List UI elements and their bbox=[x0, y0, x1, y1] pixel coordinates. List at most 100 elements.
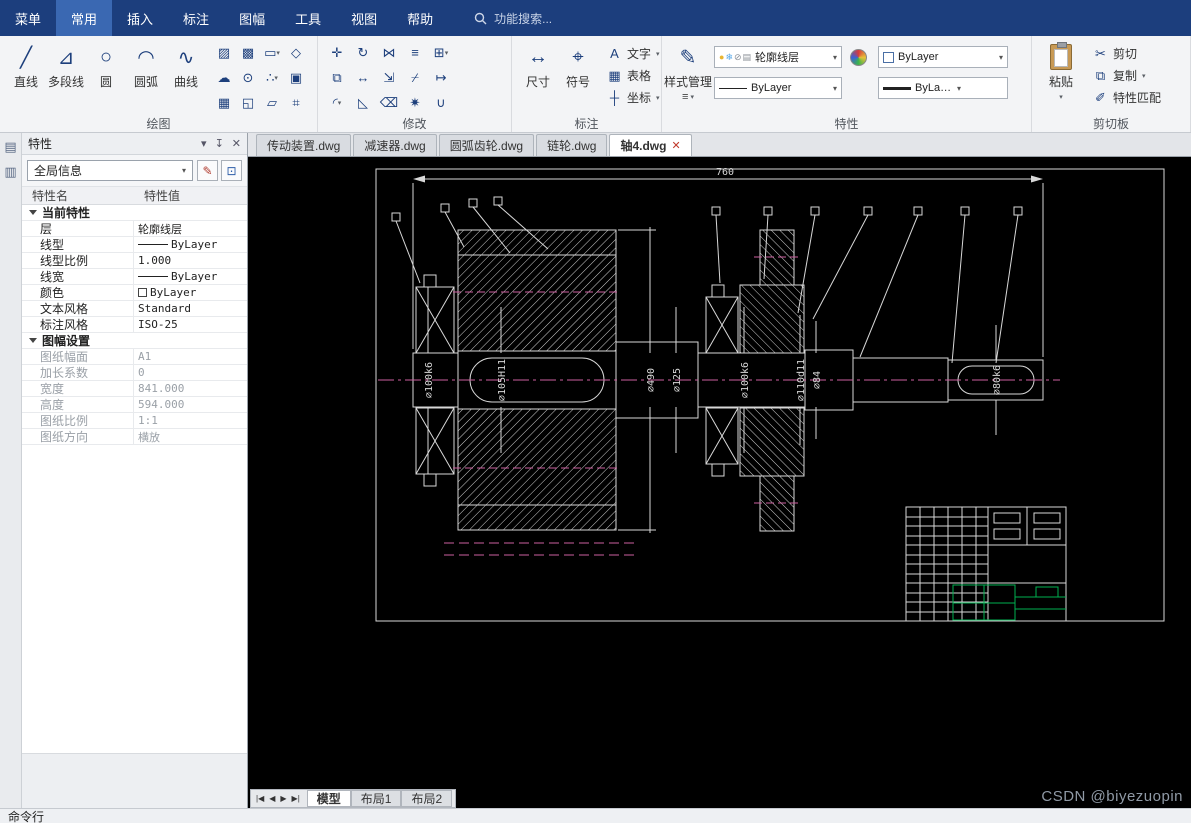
property-row[interactable]: 图纸比例 1:1 bbox=[22, 413, 247, 429]
rotate-tool[interactable]: ↻ bbox=[350, 40, 376, 65]
tab-sheet[interactable]: 图幅 bbox=[224, 0, 280, 36]
point-tool[interactable]: ∴ ▾ bbox=[260, 65, 284, 90]
tab-help[interactable]: 帮助 bbox=[392, 0, 448, 36]
document-tab[interactable]: 传动装置.dwg bbox=[256, 134, 352, 156]
property-row[interactable]: 颜色 ByLayer bbox=[22, 285, 247, 301]
property-row[interactable]: 标注风格 ISO-25 bbox=[22, 317, 247, 333]
gradient-tool[interactable]: ▩ bbox=[236, 40, 260, 65]
tab-annotate[interactable]: 标注 bbox=[168, 0, 224, 36]
mirror-tool[interactable]: ⋈ bbox=[376, 40, 402, 65]
document-tab[interactable]: 减速器.dwg bbox=[353, 134, 437, 156]
edit-attributes-icon[interactable]: ✎ bbox=[197, 160, 218, 181]
match-properties-tool[interactable]: ✐ 特性匹配 bbox=[1090, 88, 1164, 107]
extend-tool[interactable]: ↦ bbox=[428, 65, 454, 90]
ribbon-group-modify: ✛ ↻ ⋈ ≡ ⊞ ▾ ⧉ ↔ ⇲ ⌿ ↦ ◜ ▾ ◺ ⌫ ✷ ∪ 修改 bbox=[318, 36, 512, 132]
wipeout-tool[interactable]: ▱ bbox=[260, 90, 284, 115]
donut-tool[interactable]: ⊙ bbox=[236, 65, 260, 90]
rectangle-tool[interactable]: ▭ ▾ bbox=[260, 40, 284, 65]
boundary-tool[interactable]: ⌗ bbox=[284, 90, 308, 115]
layer-combo[interactable]: ● ❄ ⊘ ▤ 轮廓线层 ▾ bbox=[714, 46, 842, 68]
stretch-tool[interactable]: ↔ bbox=[350, 65, 376, 90]
polygon-tool[interactable]: ◇ bbox=[284, 40, 308, 65]
menu-button[interactable]: 菜单 bbox=[0, 0, 56, 36]
paste-button[interactable]: 粘贴 ▾ bbox=[1038, 39, 1084, 101]
layout-tab[interactable]: 布局1 bbox=[350, 790, 402, 807]
drawing-canvas[interactable]: 760 ⌀100k6 ⌀105H11 ⌀490 ⌀125 ⌀100k6 ⌀110… bbox=[248, 157, 1191, 808]
circle-tool[interactable]: ○ 圆 bbox=[86, 39, 126, 90]
tab-nav-icon[interactable]: ▶| bbox=[290, 794, 302, 803]
copy-tool[interactable]: ⧉ bbox=[324, 65, 350, 90]
property-row[interactable]: 图纸幅面 A1 bbox=[22, 349, 247, 365]
layer-lock-icon: ⊘ bbox=[733, 51, 742, 62]
property-row[interactable]: 高度 594.000 bbox=[22, 397, 247, 413]
property-row[interactable]: 文本风格 Standard bbox=[22, 301, 247, 317]
property-row[interactable]: 层 轮廓线层 bbox=[22, 221, 247, 237]
text-tool[interactable]: A 文字 ▾ bbox=[604, 44, 663, 63]
polyline-tool[interactable]: ⊿ 多段线 bbox=[46, 39, 86, 90]
region-tool[interactable]: ◱ bbox=[236, 90, 260, 115]
close-icon[interactable]: ✕ bbox=[671, 139, 680, 152]
property-row[interactable]: 图幅设置 bbox=[22, 333, 247, 349]
group-label-draw: 绘图 bbox=[146, 117, 171, 131]
chamfer-tool[interactable]: ◺ bbox=[350, 90, 376, 115]
move-tool[interactable]: ✛ bbox=[324, 40, 350, 65]
tab-nav-icon[interactable]: ▶ bbox=[278, 794, 288, 803]
arc-tool[interactable]: ◠ 圆弧 bbox=[126, 39, 166, 90]
table-tool[interactable]: ▦ bbox=[212, 90, 236, 115]
tab-tools[interactable]: 工具 bbox=[280, 0, 336, 36]
explode-tool[interactable]: ✷ bbox=[402, 90, 428, 115]
close-icon[interactable]: ✕ bbox=[232, 137, 241, 150]
tool-icon: ⧉ bbox=[1095, 67, 1106, 83]
document-tab[interactable]: 链轮.dwg bbox=[536, 134, 608, 156]
properties-palette-icon[interactable]: ▤ bbox=[4, 139, 16, 155]
style-options-button[interactable]: ≡ ▾ bbox=[682, 91, 694, 103]
color-wheel-icon[interactable] bbox=[850, 48, 867, 66]
dimension-tool[interactable]: ↔ 尺寸 bbox=[518, 39, 558, 90]
document-tab[interactable]: 轴4.dwg ✕ bbox=[609, 134, 692, 156]
property-row[interactable]: 线型 ByLayer bbox=[22, 237, 247, 253]
color-combo[interactable]: ByLayer ▾ bbox=[878, 46, 1008, 68]
function-search[interactable]: 功能搜索... bbox=[474, 0, 552, 36]
property-row[interactable]: 图纸方向 横放 bbox=[22, 429, 247, 445]
pin-icon[interactable]: ↧ bbox=[215, 137, 224, 150]
symbol-tool[interactable]: ⌖ 符号 bbox=[558, 39, 598, 90]
quick-select-icon[interactable]: ⊡ bbox=[221, 160, 242, 181]
coordinate-tool[interactable]: ┼ 坐标 ▾ bbox=[604, 88, 663, 107]
style-manager-button[interactable]: ✎ 样式管理 bbox=[664, 39, 712, 90]
property-row[interactable]: 加长系数 0 bbox=[22, 365, 247, 381]
fillet-tool[interactable]: ◜ ▾ bbox=[324, 90, 350, 115]
table-annot-tool[interactable]: ▦ 表格 bbox=[604, 66, 663, 85]
property-row[interactable]: 线型比例 1.000 bbox=[22, 253, 247, 269]
hatch-tool[interactable]: ▨ bbox=[212, 40, 236, 65]
cut-tool[interactable]: ✂ 剪切 bbox=[1090, 44, 1164, 63]
copy-clip-tool[interactable]: ⧉ 复制 ▾ bbox=[1090, 66, 1164, 85]
tab-nav-icon[interactable]: |◀ bbox=[254, 794, 266, 803]
linetype-combo[interactable]: ByLayer ▾ bbox=[714, 77, 842, 99]
tab-view[interactable]: 视图 bbox=[336, 0, 392, 36]
tool-icon: ◺ bbox=[358, 94, 368, 110]
block-tool[interactable]: ▣ bbox=[284, 65, 308, 90]
library-palette-icon[interactable]: ▥ bbox=[4, 164, 16, 180]
array-tool[interactable]: ⊞ ▾ bbox=[428, 40, 454, 65]
revcloud-tool[interactable]: ☁ bbox=[212, 65, 236, 90]
erase-tool[interactable]: ⌫ bbox=[376, 90, 402, 115]
scale-tool[interactable]: ⇲ bbox=[376, 65, 402, 90]
spline-tool[interactable]: ∿ 曲线 bbox=[166, 39, 206, 90]
offset-tool[interactable]: ≡ bbox=[402, 40, 428, 65]
chevron-down-icon[interactable]: ▾ bbox=[201, 137, 207, 150]
property-row[interactable]: 线宽 ByLayer bbox=[22, 269, 247, 285]
tab-insert[interactable]: 插入 bbox=[112, 0, 168, 36]
trim-tool[interactable]: ⌿ bbox=[402, 65, 428, 90]
line-tool[interactable]: ╱ 直线 bbox=[6, 39, 46, 90]
property-row[interactable]: 宽度 841.000 bbox=[22, 381, 247, 397]
tab-nav-icon[interactable]: ◀ bbox=[267, 794, 277, 803]
document-tab[interactable]: 圆弧齿轮.dwg bbox=[438, 134, 535, 156]
scope-select[interactable]: 全局信息 ▾ bbox=[27, 160, 193, 181]
tab-home[interactable]: 常用 bbox=[56, 0, 113, 36]
lineweight-combo[interactable]: ByLayer ▾ bbox=[878, 77, 1008, 99]
join-tool[interactable]: ∪ bbox=[428, 90, 454, 115]
property-row[interactable]: 当前特性 bbox=[22, 205, 247, 221]
layout-tab[interactable]: 布局2 bbox=[401, 790, 453, 807]
layout-tab[interactable]: 模型 bbox=[306, 790, 351, 807]
chevron-down-icon: ▾ bbox=[832, 83, 837, 93]
